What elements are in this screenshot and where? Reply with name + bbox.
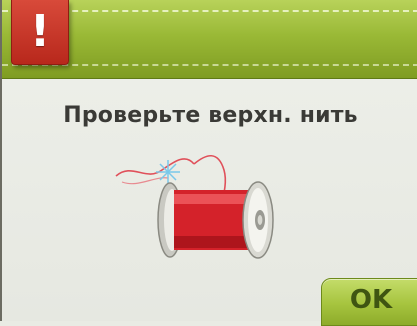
alert-icon: ! (29, 6, 51, 57)
ok-button[interactable]: OK (321, 278, 417, 326)
thread-spool-icon (110, 148, 300, 260)
dialog-message: Проверьте верхн. нить (63, 103, 358, 128)
dialog-panel: ! Проверьте верхн. нить OK (0, 0, 417, 326)
alert-badge: ! (11, 0, 69, 65)
